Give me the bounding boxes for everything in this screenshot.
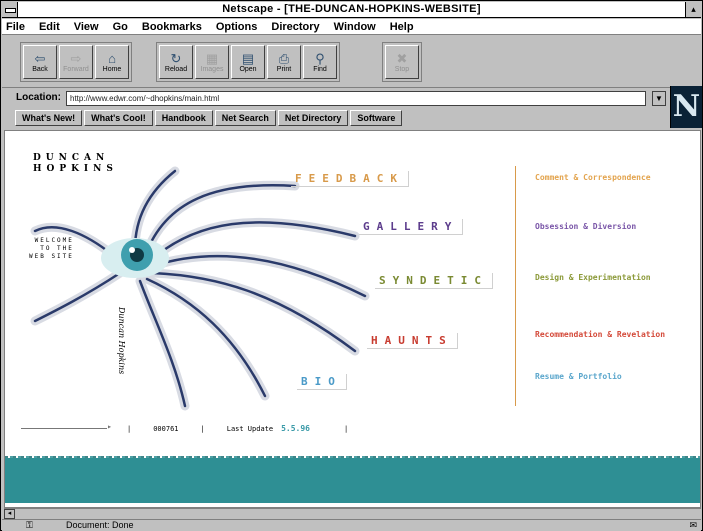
desc-syndetic: Design & Experimentation <box>535 273 651 282</box>
welcome-text: WELCOME TO THE WEB SITE <box>29 237 74 260</box>
images-button[interactable]: ▦ Images <box>195 45 229 79</box>
open-icon: ▤ <box>241 50 255 66</box>
toolbar-load-group: ↻ Reload ▦ Images ▤ Open ⎙ Print ⚲ Find <box>156 42 340 82</box>
netscape-logo[interactable]: N <box>670 86 702 128</box>
nav-bio-link[interactable]: BIO <box>297 374 347 390</box>
reload-label: Reload <box>164 65 188 73</box>
description-divider <box>515 166 516 406</box>
forward-button[interactable]: ⇨ Forward <box>59 45 93 79</box>
page-footer: | 000761 | Last Update 5.5.96 | <box>21 422 349 433</box>
menu-file[interactable]: File <box>6 21 25 33</box>
menu-edit[interactable]: Edit <box>39 21 60 33</box>
nav-bio-label: BIO <box>301 375 342 388</box>
footer-sep: | <box>127 424 132 433</box>
toolbar: ⇦ Back ⇨ Forward ⌂ Home ↻ Reload ▦ Images ▤ Op… <box>2 36 701 88</box>
title-bar: Netscape - [THE-DUNCAN-HOPKINS-WEBSITE] … <box>2 2 701 18</box>
find-label: Find <box>313 65 327 73</box>
desc-bio: Resume & Portfolio <box>535 372 622 381</box>
nav-haunts-link[interactable]: HAUNTS <box>367 333 458 349</box>
forward-arrow-icon: ⇨ <box>70 50 82 66</box>
forward-label: Forward <box>63 65 89 73</box>
software-button[interactable]: Software <box>350 110 403 126</box>
footer-banner <box>5 458 700 503</box>
hit-counter: 000761 <box>153 424 179 433</box>
reload-icon: ↻ <box>170 50 182 66</box>
browser-window: Netscape - [THE-DUNCAN-HOPKINS-WEBSITE] … <box>0 0 703 531</box>
menu-view[interactable]: View <box>74 21 99 33</box>
stop-label: Stop <box>394 65 410 73</box>
arrow-line <box>21 422 112 431</box>
toolbar-stop-group: ✖ Stop <box>382 42 422 82</box>
location-dropdown-button[interactable]: ▼ <box>652 91 666 106</box>
home-icon: ⌂ <box>108 50 116 66</box>
signature: Duncan Hopkins <box>117 307 126 375</box>
nav-syndetic-label: SYNDETIC <box>379 274 488 287</box>
desc-gallery: Obsession & Diversion <box>535 222 637 231</box>
last-update-label: Last Update <box>226 424 274 433</box>
nav-syndetic-link[interactable]: SYNDETIC <box>375 273 493 289</box>
window-title: Netscape - [THE-DUNCAN-HOPKINS-WEBSITE] <box>222 3 481 15</box>
reload-button[interactable]: ↻ Reload <box>159 45 193 79</box>
home-button[interactable]: ⌂ Home <box>95 45 129 79</box>
desc-feedback: Comment & Correspondence <box>535 173 651 182</box>
print-label: Print <box>276 65 292 73</box>
page-content: DUNCAN HOPKINS WELCOME TO THE WEB SITE D… <box>4 130 701 508</box>
scroll-left-icon[interactable]: ◂ <box>4 509 15 519</box>
nav-gallery-label: GALLERY <box>363 220 459 233</box>
net-search-button[interactable]: Net Search <box>214 110 276 126</box>
menu-help[interactable]: Help <box>390 21 414 33</box>
status-text: Document: Done <box>66 520 134 530</box>
handbook-button[interactable]: Handbook <box>154 110 213 126</box>
toolbar-nav-group: ⇦ Back ⇨ Forward ⌂ Home <box>20 42 132 82</box>
mail-icon[interactable]: ✉ <box>689 520 697 531</box>
find-icon: ⚲ <box>315 50 325 66</box>
nav-feedback-label: FEEDBACK <box>295 172 404 185</box>
whats-new-button[interactable]: What's New! <box>15 110 83 126</box>
images-icon: ▦ <box>205 50 219 66</box>
net-directory-button[interactable]: Net Directory <box>277 110 349 126</box>
nav-feedback-link[interactable]: FEEDBACK <box>291 171 409 187</box>
menu-options[interactable]: Options <box>216 21 258 33</box>
open-button[interactable]: ▤ Open <box>231 45 265 79</box>
menu-go[interactable]: Go <box>113 21 128 33</box>
back-arrow-icon: ⇦ <box>34 50 46 66</box>
open-label: Open <box>239 65 257 73</box>
menu-bar: File Edit View Go Bookmarks Options Dire… <box>2 19 701 35</box>
whats-cool-button[interactable]: What's Cool! <box>84 110 153 126</box>
location-input[interactable]: http://www.edwr.com/~dhopkins/main.html <box>66 91 646 106</box>
menu-bookmarks[interactable]: Bookmarks <box>142 21 202 33</box>
menu-directory[interactable]: Directory <box>271 21 319 33</box>
horizontal-scrollbar[interactable]: ◂ <box>4 508 701 519</box>
directory-buttons: What's New! What's Cool! Handbook Net Se… <box>15 110 403 127</box>
location-bar: Location: http://www.edwr.com/~dhopkins/… <box>2 89 671 109</box>
print-icon: ⎙ <box>278 50 290 66</box>
desc-haunts: Recommendation & Revelation <box>535 330 666 339</box>
back-label: Back <box>32 65 48 73</box>
location-label: Location: <box>16 92 61 103</box>
home-label: Home <box>102 65 122 73</box>
back-button[interactable]: ⇦ Back <box>23 45 57 79</box>
security-key-icon: ⚿ <box>26 520 33 530</box>
last-update-date: 5.5.96 <box>281 424 310 433</box>
status-bar: ⚿ Document: Done ✉ <box>2 519 701 531</box>
stop-button[interactable]: ✖ Stop <box>385 45 419 79</box>
footer-sep: | <box>344 424 349 433</box>
nav-gallery-link[interactable]: GALLERY <box>359 219 464 235</box>
find-button[interactable]: ⚲ Find <box>303 45 337 79</box>
images-label: Images <box>200 65 224 73</box>
stop-icon: ✖ <box>396 50 408 66</box>
footer-sep: | <box>200 424 205 433</box>
system-menu-button[interactable] <box>2 2 18 17</box>
menu-window[interactable]: Window <box>334 21 376 33</box>
maximize-button[interactable]: ▴ <box>685 2 701 17</box>
nav-haunts-label: HAUNTS <box>371 334 453 347</box>
print-button[interactable]: ⎙ Print <box>267 45 301 79</box>
